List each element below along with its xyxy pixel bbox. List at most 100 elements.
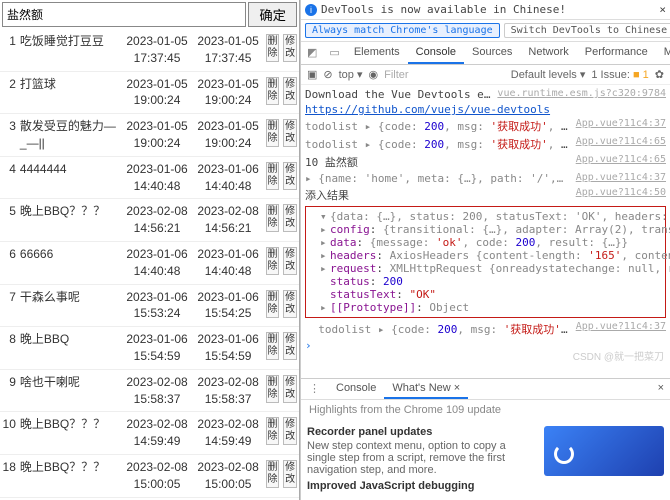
row-title: 散发受豆的魅力—_—|| — [18, 114, 122, 157]
row-date2: 2023-01-0615:54:59 — [193, 327, 264, 370]
delete-button[interactable]: 删除 — [266, 119, 280, 147]
whatsnew-body: Recorder panel updates New step context … — [301, 420, 670, 500]
row-title: 晚上BBQ — [18, 327, 122, 370]
row-date1: 2023-01-0614:40:48 — [122, 241, 193, 284]
row-title: 打篮球 — [18, 71, 122, 114]
delete-button[interactable]: 删除 — [266, 77, 280, 105]
lang-switch-button[interactable]: Switch DevTools to Chinese — [504, 23, 670, 38]
delete-button[interactable]: 删除 — [266, 460, 280, 488]
tab-memory[interactable]: Memory — [656, 42, 670, 64]
row-title: 4444444 — [18, 156, 122, 199]
drawer: ⋮ Console What's New × × Highlights from… — [301, 378, 670, 500]
edit-button[interactable]: 修改 — [283, 332, 297, 360]
drawer-tab-console[interactable]: Console — [328, 379, 384, 399]
drawer-close-icon[interactable]: × — [652, 379, 670, 399]
inspect-icon[interactable]: ◩ — [301, 42, 323, 64]
log-line: Download the Vue Devtools extension for … — [305, 87, 666, 102]
tab-sources[interactable]: Sources — [464, 42, 520, 64]
log-line: todolist ▸ {code: 200, msg: '获取成功', data… — [305, 320, 666, 338]
info-text: DevTools is now available in Chinese! — [321, 3, 566, 16]
filter-input[interactable]: Filter — [384, 69, 408, 81]
issues-badge[interactable]: 1 Issue: ■ 1 — [591, 69, 648, 81]
table-row: 3散发受豆的魅力—_—||2023-01-0519:00:242023-01-0… — [0, 114, 299, 157]
delete-button[interactable]: 删除 — [266, 204, 280, 232]
row-title: 晚上BBQ？？？ — [18, 199, 122, 242]
whatsnew-heading2: Improved JavaScript debugging — [307, 480, 536, 492]
confirm-button[interactable]: 确定 — [248, 2, 297, 27]
console-toolbar: ▣ ⊘ top ▾ ◉ Filter Default levels ▾ 1 Is… — [301, 65, 670, 85]
todo-table: 1吃饭睡觉打豆豆2023-01-0517:37:452023-01-0517:3… — [0, 29, 299, 500]
whatsnew-title: Highlights from the Chrome 109 update — [301, 400, 670, 420]
row-date1: 2023-02-0814:56:21 — [122, 199, 193, 242]
delete-button[interactable]: 删除 — [266, 375, 280, 403]
edit-button[interactable]: 修改 — [283, 417, 297, 445]
sidebar-icon[interactable]: ▣ — [307, 68, 317, 81]
devtools-tabs: ◩ ▭ Elements Console Sources Network Per… — [301, 42, 670, 65]
table-row: 6666662023-01-0614:40:482023-01-0614:40:… — [0, 241, 299, 284]
delete-button[interactable]: 删除 — [266, 417, 280, 445]
row-date1: 2023-01-0517:37:45 — [122, 29, 193, 71]
clear-icon[interactable]: ⊘ — [323, 68, 332, 81]
tab-elements[interactable]: Elements — [346, 42, 408, 64]
log-line: 10 盐然额App.vue?11c4:65 — [305, 153, 666, 171]
devtools-link[interactable]: https://github.com/vuejs/vue-devtools — [305, 103, 550, 116]
row-index: 2 — [0, 71, 18, 114]
row-date2: 2023-02-0815:58:37 — [193, 369, 264, 412]
edit-button[interactable]: 修改 — [283, 119, 297, 147]
edit-button[interactable]: 修改 — [283, 460, 297, 488]
row-index: 6 — [0, 241, 18, 284]
edit-button[interactable]: 修改 — [283, 34, 297, 62]
delete-button[interactable]: 删除 — [266, 332, 280, 360]
edit-button[interactable]: 修改 — [283, 162, 297, 190]
lang-match-button[interactable]: Always match Chrome's language — [305, 23, 500, 38]
row-index: 4 — [0, 156, 18, 199]
row-index: 7 — [0, 284, 18, 327]
delete-button[interactable]: 删除 — [266, 34, 280, 62]
edit-button[interactable]: 修改 — [283, 247, 297, 275]
row-title: 晚上BBQ？？？ — [18, 454, 122, 497]
device-icon[interactable]: ▭ — [323, 42, 345, 64]
gear-icon[interactable]: ✿ — [655, 68, 664, 81]
log-line: 添入结果App.vue?11c4:50 — [305, 186, 666, 204]
tab-console[interactable]: Console — [408, 42, 464, 64]
drawer-tabs: ⋮ Console What's New × × — [301, 379, 670, 400]
log-line: todolist ▸ {code: 200, msg: '获取成功', data… — [305, 135, 666, 153]
table-row: 444444442023-01-0614:40:482023-01-0614:4… — [0, 156, 299, 199]
context-select[interactable]: top ▾ — [339, 68, 363, 81]
drawer-menu-icon[interactable]: ⋮ — [301, 379, 328, 399]
language-bar: Always match Chrome's language Switch De… — [301, 20, 670, 42]
search-input[interactable] — [2, 2, 246, 27]
eye-icon[interactable]: ◉ — [369, 68, 379, 81]
edit-button[interactable]: 修改 — [283, 204, 297, 232]
levels-select[interactable]: Default levels ▾ — [511, 68, 586, 81]
row-title: 吃饭睡觉打豆豆 — [18, 29, 122, 71]
edit-button[interactable]: 修改 — [283, 375, 297, 403]
table-row: 18晚上BBQ？？？2023-02-0815:00:052023-02-0815… — [0, 454, 299, 497]
log-line: https://github.com/vuejs/vue-devtools — [305, 102, 666, 117]
row-date1: 2023-02-0815:58:37 — [122, 369, 193, 412]
table-row: 8晚上BBQ2023-01-0615:54:592023-01-0615:54:… — [0, 327, 299, 370]
row-index: 10 — [0, 412, 18, 455]
edit-button[interactable]: 修改 — [283, 77, 297, 105]
row-date2: 2023-02-0814:56:21 — [193, 199, 264, 242]
table-row: 2打篮球2023-01-0519:00:242023-01-0519:00:24… — [0, 71, 299, 114]
row-date2: 2023-01-0614:40:48 — [193, 156, 264, 199]
tab-network[interactable]: Network — [520, 42, 576, 64]
row-date2: 2023-02-0814:59:49 — [193, 412, 264, 455]
tab-performance[interactable]: Performance — [577, 42, 656, 64]
row-date1: 2023-01-0615:53:24 — [122, 284, 193, 327]
table-row: 9啥也干喇呢2023-02-0815:58:372023-02-0815:58:… — [0, 369, 299, 412]
whatsnew-heading: Recorder panel updates — [307, 426, 536, 438]
row-date1: 2023-01-0519:00:24 — [122, 114, 193, 157]
drawer-tab-whatsnew[interactable]: What's New × — [384, 379, 468, 399]
expanded-object[interactable]: ▾{data: {…}, status: 200, statusText: 'O… — [305, 206, 666, 318]
delete-button[interactable]: 删除 — [266, 162, 280, 190]
edit-button[interactable]: 修改 — [283, 290, 297, 318]
delete-button[interactable]: 删除 — [266, 290, 280, 318]
delete-button[interactable]: 删除 — [266, 247, 280, 275]
row-title: 晚上BBQ？？？ — [18, 412, 122, 455]
info-icon: i — [305, 4, 317, 16]
whatsnew-desc: New step context menu, option to copy a … — [307, 440, 506, 476]
whatsnew-image — [544, 426, 664, 476]
close-icon[interactable]: × — [659, 3, 666, 16]
